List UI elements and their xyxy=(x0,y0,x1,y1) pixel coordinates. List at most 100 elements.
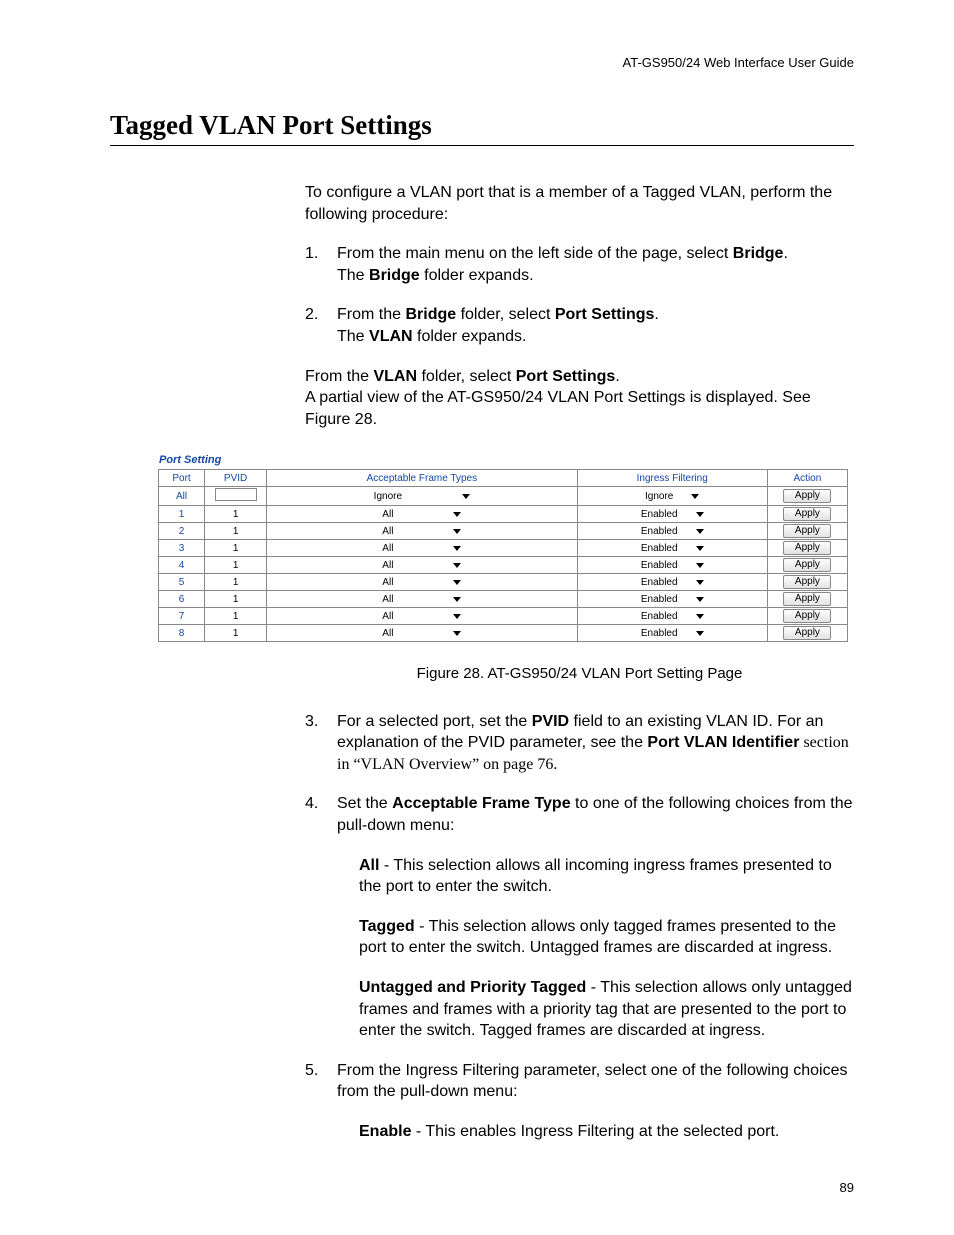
chevron-down-icon xyxy=(696,631,704,636)
aft-cell[interactable]: All xyxy=(267,608,577,625)
apply-button[interactable]: Apply xyxy=(783,626,831,640)
aft-cell[interactable]: All xyxy=(267,625,577,642)
pvid-cell[interactable]: 1 xyxy=(205,608,267,625)
if-cell[interactable]: Enabled xyxy=(577,506,767,523)
text: . xyxy=(615,368,619,385)
if-cell[interactable]: Enabled xyxy=(577,523,767,540)
aft-cell[interactable]: All xyxy=(267,557,577,574)
apply-button[interactable]: Apply xyxy=(783,489,831,503)
step-1: 1. From the main menu on the left side o… xyxy=(305,243,854,286)
chevron-down-icon xyxy=(453,614,461,619)
port-cell[interactable]: 5 xyxy=(159,574,205,591)
table-header-row: Port PVID Acceptable Frame Types Ingress… xyxy=(159,470,848,487)
if-cell[interactable]: Enabled xyxy=(577,557,767,574)
if-value: Enabled xyxy=(641,509,678,520)
aft-value: All xyxy=(382,526,393,537)
vlan-paragraph: From the VLAN folder, select Port Settin… xyxy=(305,366,854,431)
if-value: Enabled xyxy=(641,594,678,605)
page-number: 89 xyxy=(840,1180,854,1195)
apply-button[interactable]: Apply xyxy=(783,524,831,538)
col-aft: Acceptable Frame Types xyxy=(267,470,577,487)
port-all[interactable]: All xyxy=(159,487,205,506)
text: folder, select xyxy=(456,306,555,323)
doc-header: AT-GS950/24 Web Interface User Guide xyxy=(110,55,854,70)
text: . xyxy=(654,306,658,323)
keyword-vlan: VLAN xyxy=(373,368,417,385)
step-number: 3. xyxy=(305,711,318,733)
aft-all[interactable]: Ignore xyxy=(267,487,577,506)
chevron-down-icon xyxy=(453,546,461,551)
pvid-input[interactable] xyxy=(215,488,257,501)
apply-button[interactable]: Apply xyxy=(783,609,831,623)
table-row-all: All Ignore Ignore Apply xyxy=(159,487,848,506)
port-cell[interactable]: 3 xyxy=(159,540,205,557)
intro-paragraph: To configure a VLAN port that is a membe… xyxy=(305,182,854,225)
aft-cell[interactable]: All xyxy=(267,506,577,523)
port-cell[interactable]: 1 xyxy=(159,506,205,523)
aft-value: All xyxy=(382,577,393,588)
port-setting-panel: Port Setting Port PVID Acceptable Frame … xyxy=(158,454,848,642)
text: The xyxy=(337,328,369,345)
text: folder expands. xyxy=(420,267,534,284)
if-cell[interactable]: Enabled xyxy=(577,625,767,642)
pvid-cell[interactable]: 1 xyxy=(205,625,267,642)
if-value: Enabled xyxy=(641,543,678,554)
table-row: 81 All Enabled Apply xyxy=(159,625,848,642)
text: From the Ingress Filtering parameter, se… xyxy=(337,1062,847,1101)
chevron-down-icon xyxy=(696,563,704,568)
chevron-down-icon xyxy=(691,494,699,499)
if-cell[interactable]: Enabled xyxy=(577,591,767,608)
keyword-portsettings: Port Settings xyxy=(555,306,655,323)
step-2: 2. From the Bridge folder, select Port S… xyxy=(305,304,854,347)
apply-button[interactable]: Apply xyxy=(783,541,831,555)
if-value: Enabled xyxy=(641,577,678,588)
keyword-pvi: Port VLAN Identifier xyxy=(647,734,799,751)
pvid-cell[interactable]: 1 xyxy=(205,523,267,540)
aft-cell[interactable]: All xyxy=(267,523,577,540)
port-cell[interactable]: 8 xyxy=(159,625,205,642)
apply-button[interactable]: Apply xyxy=(783,558,831,572)
option-enable: Enable - This enables Ingress Filtering … xyxy=(305,1121,854,1143)
port-cell[interactable]: 4 xyxy=(159,557,205,574)
aft-cell[interactable]: All xyxy=(267,574,577,591)
text: The xyxy=(337,267,369,284)
keyword-vlan: VLAN xyxy=(369,328,413,345)
table-row: 51 All Enabled Apply xyxy=(159,574,848,591)
port-cell[interactable]: 2 xyxy=(159,523,205,540)
pvid-cell[interactable]: 1 xyxy=(205,506,267,523)
option-text: - This selection allows only tagged fram… xyxy=(359,918,836,957)
step-5: 5. From the Ingress Filtering parameter,… xyxy=(305,1060,854,1103)
pvid-all[interactable] xyxy=(205,487,267,506)
if-cell[interactable]: Enabled xyxy=(577,574,767,591)
if-cell[interactable]: Enabled xyxy=(577,540,767,557)
keyword-bridge: Bridge xyxy=(369,267,420,284)
chevron-down-icon xyxy=(453,597,461,602)
pvid-cell[interactable]: 1 xyxy=(205,591,267,608)
if-cell[interactable]: Enabled xyxy=(577,608,767,625)
aft-cell[interactable]: All xyxy=(267,540,577,557)
port-cell[interactable]: 7 xyxy=(159,608,205,625)
apply-button[interactable]: Apply xyxy=(783,592,831,606)
text: Set the xyxy=(337,795,392,812)
aft-value: Ignore xyxy=(374,491,402,502)
text: folder expands. xyxy=(413,328,527,345)
pvid-cell[interactable]: 1 xyxy=(205,557,267,574)
aft-cell[interactable]: All xyxy=(267,591,577,608)
aft-value: All xyxy=(382,611,393,622)
keyword-aft: Acceptable Frame Type xyxy=(392,795,570,812)
if-all[interactable]: Ignore xyxy=(577,487,767,506)
step-number: 2. xyxy=(305,304,318,326)
pvid-cell[interactable]: 1 xyxy=(205,574,267,591)
aft-value: All xyxy=(382,628,393,639)
col-pvid: PVID xyxy=(205,470,267,487)
option-text: - This selection allows all incoming ing… xyxy=(359,857,832,896)
pvid-cell[interactable]: 1 xyxy=(205,540,267,557)
option-label: Untagged and Priority Tagged xyxy=(359,979,586,996)
aft-value: All xyxy=(382,509,393,520)
keyword-pvid: PVID xyxy=(532,713,569,730)
apply-button[interactable]: Apply xyxy=(783,575,831,589)
apply-button[interactable]: Apply xyxy=(783,507,831,521)
port-cell[interactable]: 6 xyxy=(159,591,205,608)
text: From the main menu on the left side of t… xyxy=(337,245,733,262)
keyword-bridge: Bridge xyxy=(405,306,456,323)
